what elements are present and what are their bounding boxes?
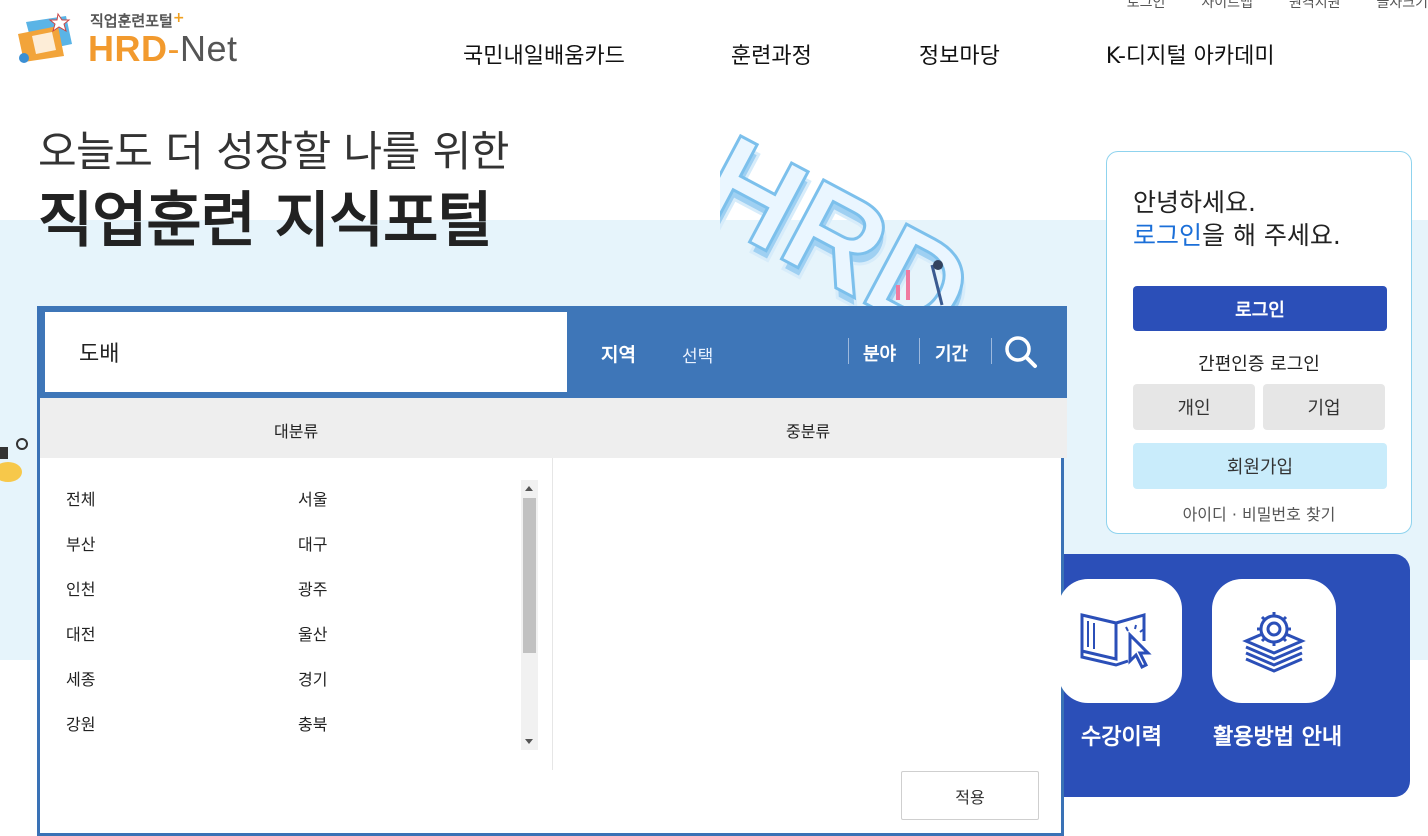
stacked-gear-icon <box>1242 612 1306 673</box>
region-filter-label[interactable]: 지역 <box>601 340 636 367</box>
region-item-ulsan[interactable]: 울산 <box>298 621 327 645</box>
login-panel: 안녕하세요. 로그인을 해 주세요. 로그인 간편인증 로그인 개인 기업 회원… <box>1106 151 1412 534</box>
greeting-login-link[interactable]: 로그인 <box>1133 221 1202 250</box>
history-tile[interactable] <box>1058 579 1182 703</box>
region-item-gwangju[interactable]: 광주 <box>298 576 327 600</box>
apply-button[interactable]: 적용 <box>901 771 1039 820</box>
region-item-chungbuk[interactable]: 충북 <box>298 711 327 735</box>
region-item-daejeon[interactable]: 대전 <box>66 621 95 645</box>
util-remote-link[interactable]: 원격지원 <box>1289 0 1341 12</box>
major-category-header: 대분류 <box>40 398 552 458</box>
minor-category-header: 중분류 <box>552 398 1067 458</box>
easy-login-title: 간편인증 로그인 <box>1198 354 1320 375</box>
util-fontsize-link[interactable]: 글자크기 <box>1376 0 1428 12</box>
minor-category-title: 중분류 <box>786 422 831 441</box>
region-item-daegu[interactable]: 대구 <box>298 531 327 555</box>
hrd-3d-illustration: HRD HRD <box>720 105 998 310</box>
quick-service-box: 수강이력 활용방법 안내 <box>1058 554 1410 797</box>
hero-subtitle: 오늘도 더 성장할 나를 위한 <box>38 127 509 176</box>
region-item-sejong[interactable]: 세종 <box>66 666 95 690</box>
search-panel: 지역 선택 분야 기간 대분류 중분류 전체 부산 인천 대전 세종 강원 서울… <box>37 306 1067 836</box>
util-login-link[interactable]: 로그인 <box>1127 0 1166 12</box>
personal-login-button[interactable]: 개인 <box>1133 384 1255 430</box>
search-bar: 지역 선택 분야 기간 <box>40 306 1067 398</box>
region-item-all[interactable]: 전체 <box>66 486 95 510</box>
field-filter-tab[interactable]: 분야 <box>863 340 896 366</box>
search-icon[interactable] <box>1003 334 1039 370</box>
guide-label[interactable]: 활용방법 안내 <box>1213 719 1342 751</box>
region-item-incheon[interactable]: 인천 <box>66 576 95 600</box>
utility-links: 로그인 사이트맵 원격지원 글자크기 <box>1127 0 1428 12</box>
region-list-scrollbar[interactable] <box>521 480 538 750</box>
keyword-search-input[interactable] <box>45 312 567 392</box>
nav-item-kdigital[interactable]: K-디지털 아카데미 <box>1106 38 1275 70</box>
decorative-character-icon <box>0 438 28 482</box>
region-item-seoul[interactable]: 서울 <box>298 486 327 510</box>
hrd-3d-text: HRD <box>720 107 995 310</box>
login-button[interactable]: 로그인 <box>1133 286 1387 331</box>
region-item-gyeonggi[interactable]: 경기 <box>298 666 327 690</box>
divider <box>848 338 849 364</box>
region-item-busan[interactable]: 부산 <box>66 531 95 555</box>
history-label[interactable]: 수강이력 <box>1081 719 1162 751</box>
main-navigation: 국민내일배움카드 훈련과정 정보마당 K-디지털 아카데미 <box>463 38 1275 70</box>
nav-item-info[interactable]: 정보마당 <box>919 38 1000 70</box>
scroll-down-arrow-icon[interactable] <box>525 739 533 744</box>
region-filter-value[interactable]: 선택 <box>682 342 713 367</box>
hero-title: 직업훈련 지식포털 <box>38 186 492 256</box>
book-cursor-icon <box>1080 613 1152 670</box>
logo-wordmark: HRD-Net <box>88 28 238 69</box>
logo-mark-icon <box>18 12 72 63</box>
util-sitemap-link[interactable]: 사이트맵 <box>1201 0 1253 12</box>
divider <box>919 338 920 364</box>
scrollbar-thumb[interactable] <box>523 498 536 653</box>
guide-tile[interactable] <box>1212 579 1336 703</box>
nav-item-courses[interactable]: 훈련과정 <box>731 38 812 70</box>
region-list: 전체 부산 인천 대전 세종 강원 서울 대구 광주 울산 경기 충북 <box>40 458 553 770</box>
signup-button[interactable]: 회원가입 <box>1133 443 1387 489</box>
scroll-up-arrow-icon[interactable] <box>525 486 533 491</box>
major-category-title: 대분류 <box>274 422 319 441</box>
hrd-net-logo[interactable]: 직업훈련포털+ HRD-Net <box>12 8 272 70</box>
region-item-gangwon[interactable]: 강원 <box>66 711 95 735</box>
find-id-password-link[interactable]: 아이디 · 비밀번호 찾기 <box>1107 501 1411 525</box>
greeting-text: 안녕하세요. 로그인을 해 주세요. <box>1133 188 1341 250</box>
period-filter-tab[interactable]: 기간 <box>935 340 968 366</box>
nav-item-card[interactable]: 국민내일배움카드 <box>463 38 625 70</box>
company-login-button[interactable]: 기업 <box>1263 384 1385 430</box>
divider <box>991 338 992 364</box>
